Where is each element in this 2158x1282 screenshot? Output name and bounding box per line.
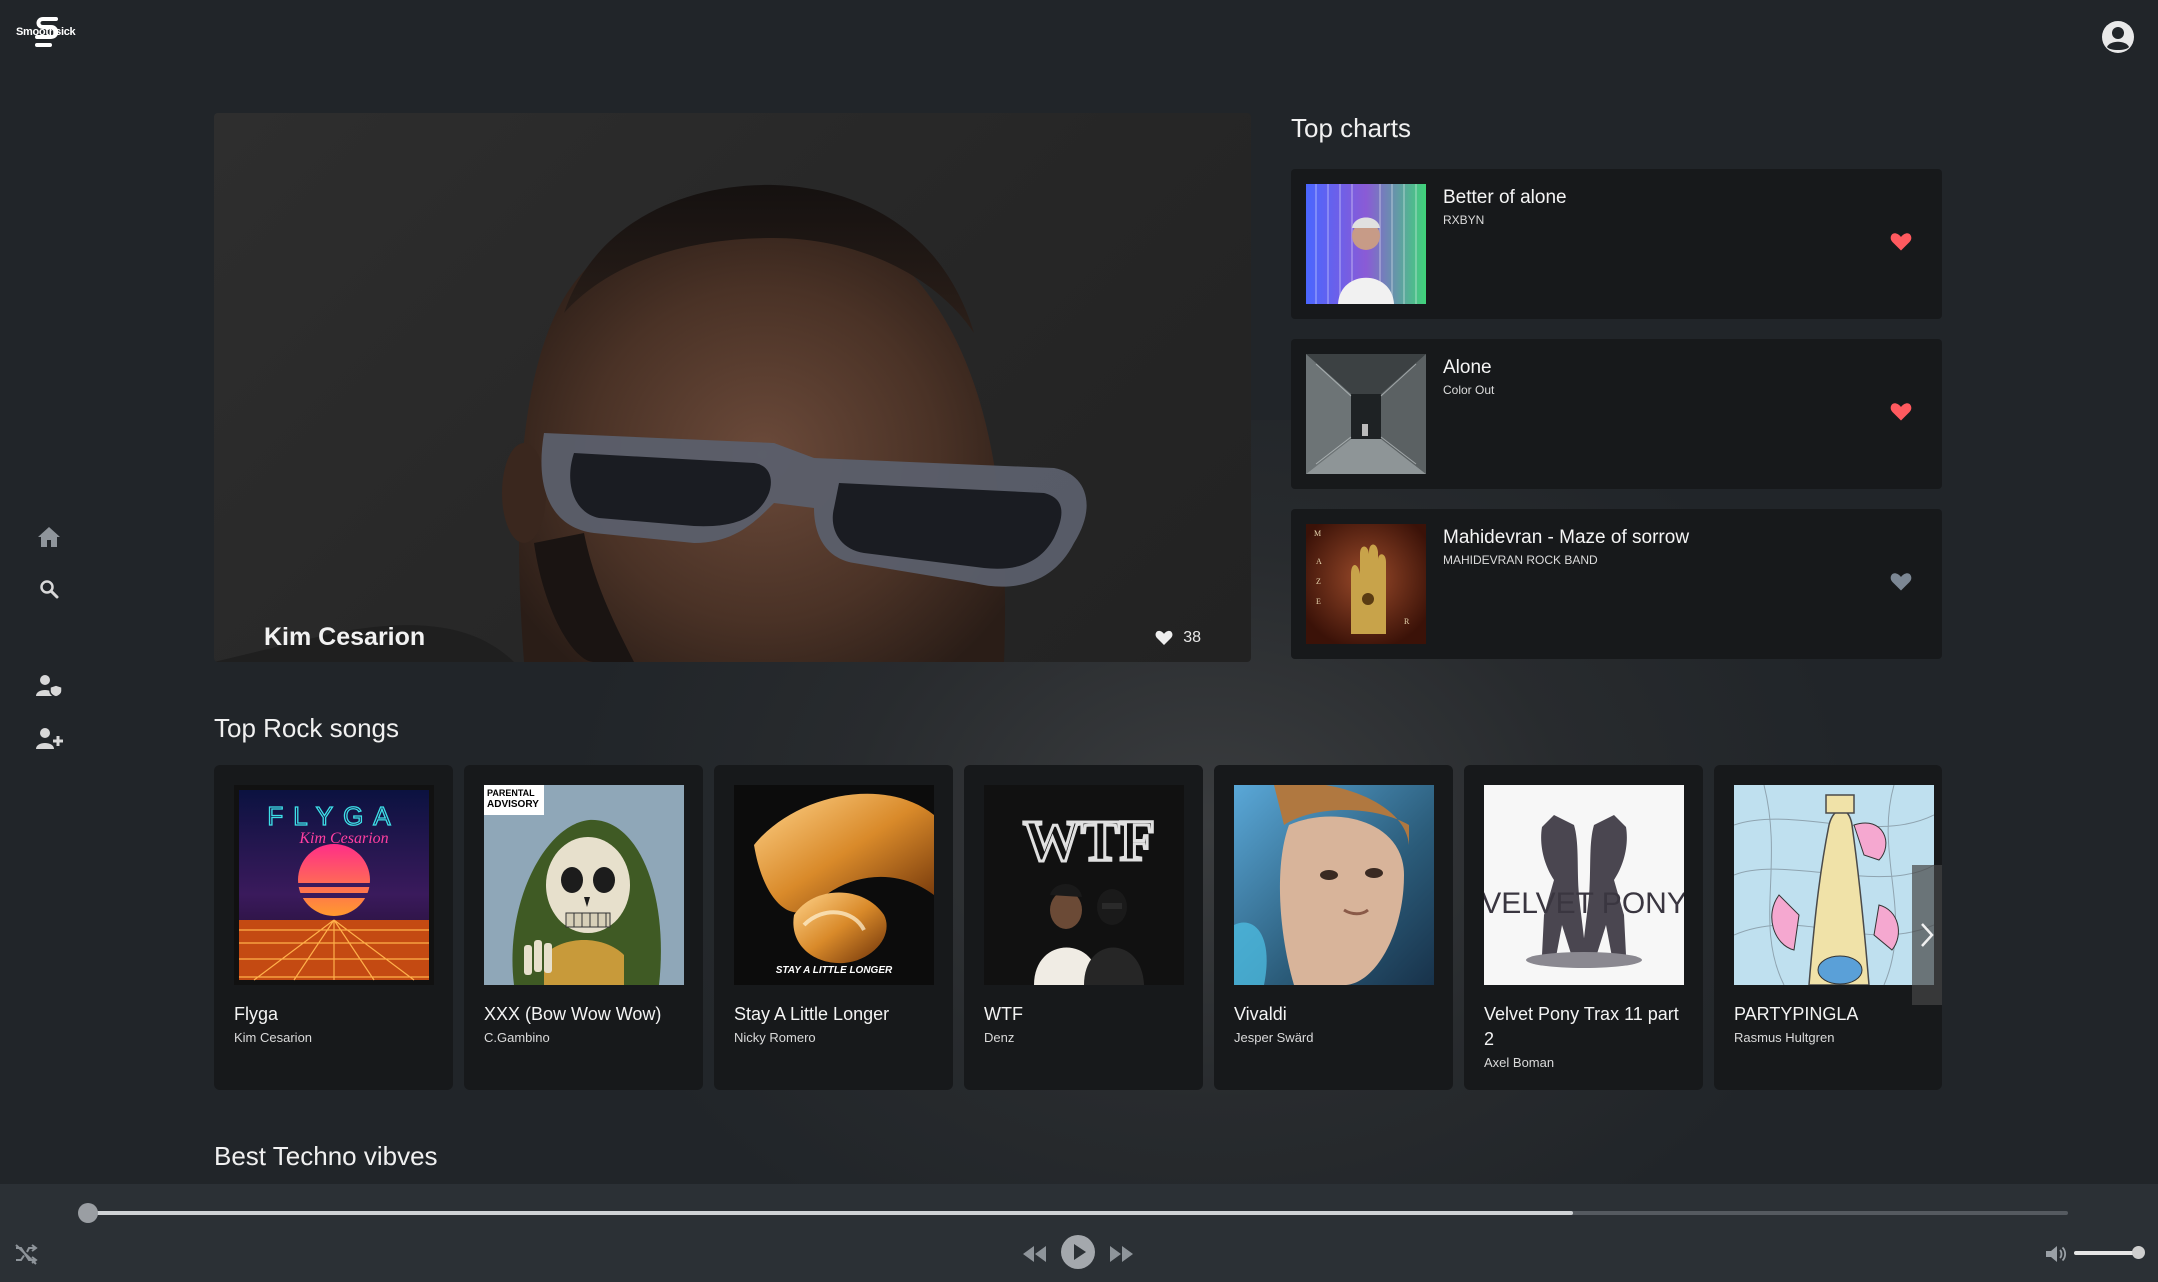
song-title: XXX (Bow Wow Wow): [484, 1004, 662, 1024]
song-artist: Kim Cesarion: [234, 1030, 313, 1045]
chart-title: Mahidevran - Maze of sorrow: [1443, 527, 1690, 548]
song-card[interactable]: PARENTAL ADVISORY XXX (Bow Wow Wow) C.Ga…: [464, 765, 703, 1090]
progress-buffered: [88, 1211, 1573, 1215]
chart-item[interactable]: Better of alone RXBYN: [1291, 169, 1942, 319]
artist-photo: [214, 184, 1087, 662]
svg-text:VELVET PONY: VELVET PONY: [1484, 887, 1684, 920]
progress-handle[interactable]: [78, 1203, 98, 1223]
svg-text:R: R: [1404, 617, 1410, 626]
user-plus-icon[interactable]: [34, 724, 64, 754]
heart-icon[interactable]: [1890, 232, 1912, 254]
song-cover: [1734, 785, 1934, 985]
song-cover: WTF: [984, 785, 1184, 985]
song-cover: PARENTAL ADVISORY: [484, 785, 684, 985]
carousel-next-button[interactable]: [1912, 865, 1942, 1005]
featured-artist-name: Kim Cesarion: [264, 623, 426, 651]
chart-artist: Color Out: [1443, 383, 1495, 397]
song-artist: C.Gambino: [484, 1030, 550, 1045]
chart-artist: RXBYN: [1443, 213, 1485, 227]
player-bar: [0, 1184, 2158, 1282]
svg-text:E: E: [1316, 597, 1321, 606]
shuffle-icon[interactable]: [12, 1240, 40, 1268]
song-cover: STAY A LITTLE LONGER: [734, 785, 934, 985]
svg-text:ADVISORY: ADVISORY: [487, 799, 539, 810]
volume-icon[interactable]: [2042, 1240, 2070, 1268]
chart-cover: [1306, 354, 1426, 474]
song-artist: Jesper Swärd: [1234, 1030, 1314, 1045]
svg-text:FLYGA: FLYGA: [267, 801, 400, 831]
chart-title: Better of alone: [1443, 187, 1567, 208]
featured-artist-banner[interactable]: Kim Cesarion 38: [214, 113, 1251, 662]
heart-icon: [1155, 630, 1173, 645]
song-cover: FLYGA Kim Cesarion: [234, 785, 434, 985]
song-artist: Denz: [984, 1030, 1015, 1045]
svg-text:A: A: [1316, 557, 1322, 566]
song-artist: Nicky Romero: [734, 1030, 816, 1045]
svg-text:STAY A LITTLE LONGER: STAY A LITTLE LONGER: [776, 965, 893, 976]
song-card[interactable]: Vivaldi Jesper Swärd: [1214, 765, 1453, 1090]
user-shield-icon[interactable]: [34, 671, 64, 701]
svg-text:M: M: [1314, 529, 1321, 538]
song-artist: Axel Boman: [1484, 1055, 1555, 1070]
song-card[interactable]: FLYGA Kim Cesarion Flyga Kim Cesarion: [214, 765, 453, 1090]
heart-icon[interactable]: [1890, 402, 1912, 424]
logo-text: Smoothsick: [16, 26, 76, 38]
heart-icon[interactable]: [1890, 572, 1912, 594]
chart-artist: MAHIDEVRAN ROCK BAND: [1443, 553, 1598, 567]
chart-cover: [1306, 184, 1426, 304]
song-title: Flyga: [234, 1004, 279, 1024]
volume-handle[interactable]: [2132, 1246, 2146, 1259]
chevron-right-icon: [1921, 923, 1934, 947]
top-rock-heading: Top Rock songs: [214, 713, 399, 743]
song-title: Vivaldi: [1234, 1004, 1287, 1024]
featured-like-count[interactable]: 38: [1155, 623, 1201, 653]
chart-title: Alone: [1443, 357, 1492, 378]
svg-text:Z: Z: [1316, 577, 1321, 586]
song-title: Stay A Little Longer: [734, 1004, 890, 1024]
song-card[interactable]: STAY A LITTLE LONGER Stay A Little Longe…: [714, 765, 953, 1090]
fast-forward-icon[interactable]: [1106, 1240, 1138, 1268]
song-cover: [1234, 785, 1434, 985]
svg-text:Kim Cesarion: Kim Cesarion: [298, 830, 388, 847]
rewind-icon[interactable]: [1018, 1240, 1050, 1268]
chart-item[interactable]: M A Z E R Mahidevran - Maze of sorrow MAHIDE…: [1291, 509, 1942, 659]
song-title: WTF: [984, 1004, 1023, 1024]
svg-text:WTF: WTF: [1023, 808, 1155, 873]
app-logo[interactable]: Smoothsick: [16, 14, 78, 54]
song-card[interactable]: WTF WTF Denz: [964, 765, 1203, 1090]
song-cover: VELVET PONY: [1484, 785, 1684, 985]
best-techno-heading: Best Techno vibves: [214, 1141, 438, 1171]
app-root: Smoothsick Kim Cesarion 38 Top charts Be…: [0, 0, 2158, 1282]
song-title: Velvet Pony Trax 11 part 2: [1484, 1004, 1679, 1049]
svg-text:PARENTAL: PARENTAL: [487, 788, 535, 798]
song-card[interactable]: VELVET PONY Velvet Pony Trax 11 part 2 A…: [1464, 765, 1703, 1090]
play-icon[interactable]: [1060, 1234, 1096, 1270]
top-charts-heading: Top charts: [1291, 113, 1411, 143]
like-count: 38: [1183, 629, 1201, 646]
chart-item[interactable]: Alone Color Out: [1291, 339, 1942, 489]
account-icon[interactable]: [2101, 20, 2135, 54]
home-icon[interactable]: [34, 522, 64, 552]
chart-cover: M A Z E R: [1306, 524, 1426, 644]
song-card[interactable]: PARTYPINGLA Rasmus Hultgren: [1714, 765, 1942, 1090]
song-artist: Rasmus Hultgren: [1734, 1030, 1835, 1045]
song-title: PARTYPINGLA: [1734, 1004, 1859, 1024]
search-icon[interactable]: [34, 574, 64, 604]
